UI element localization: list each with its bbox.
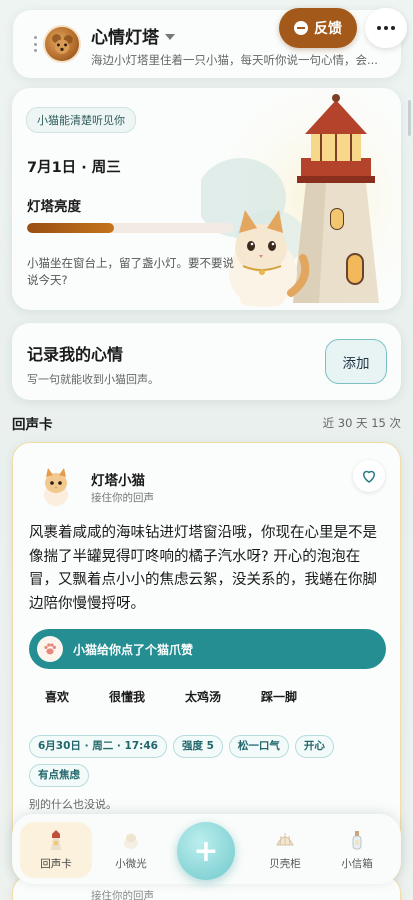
tag-anxious: 有点焦虑 [29,764,89,787]
record-subtitle: 写一句就能收到小猫回声。 [27,373,159,386]
echo-sender-sub: 接住你的回声 [91,890,154,900]
feedback-label: 反馈 [314,21,342,37]
paw-like-label: 小猫给你点了个猫爪赞 [73,642,194,657]
app-title: 心情灯塔 [91,28,159,48]
bottle-icon [352,831,362,850]
reaction-like[interactable]: 喜欢 [45,688,69,705]
avatar[interactable] [43,25,81,63]
tag-datetime: 6月30日 · 周二 · 17:46 [29,735,167,758]
more-options-button[interactable] [365,8,407,48]
nav-label: 贝壳柜 [269,858,301,870]
record-mood-card: 记录我的心情 写一句就能收到小猫回声。 添加 [12,323,401,400]
hero-message: 小猫坐在窗台上，留了盏小灯。要不要说说今天? [27,256,234,287]
tag-intensity: 强度 5 [172,735,223,758]
paw-like-banner: 小猫给你点了个猫爪赞 [29,629,386,669]
echo-sender-sub: 接住你的回声 [91,492,154,504]
glow-icon [124,833,138,849]
reaction-row: 喜欢 很懂我 太鸡汤 踩一脚 [29,688,386,705]
bottom-nav: 回声卡 小微光 + 贝壳柜 小信箱 [12,814,401,884]
echo-sender-name: 灯塔小猫 [91,473,145,489]
app-subtitle: 海边小灯塔里住着一只小猫，每天听你说一句心情，会... [91,53,378,67]
feedback-icon [294,21,308,35]
nav-item-shell-cabinet[interactable]: 贝壳柜 [249,822,321,878]
extra-note: 别的什么也没说。 [29,798,117,811]
nav-item-mailbox[interactable]: 小信箱 [321,822,393,878]
nav-item-echo-cards[interactable]: 回声卡 [20,822,92,878]
mood-tags: 6月30日 · 周二 · 17:46 强度 5 松一口气 开心 有点焦虑 [29,735,386,787]
reaction-too-sappy[interactable]: 太鸡汤 [185,688,221,705]
favorite-button[interactable] [353,460,385,492]
tag-relieved: 松一口气 [228,735,289,758]
echo-section-count: 近 30 天 15 次 [322,416,401,430]
tag-happy: 开心 [294,735,334,758]
drag-handle-icon[interactable] [33,36,37,52]
cat-avatar-icon [44,468,68,506]
reaction-dislike[interactable]: 踩一脚 [261,688,297,705]
echo-message: 风裹着咸咸的海味钻进灯塔窗沿哦，你现在心里是不是像揣了半罐晃得叮咚响的橘子汽水呀… [29,525,377,612]
record-title: 记录我的心情 [27,345,124,364]
app-switcher[interactable]: 心情灯塔 [91,23,175,48]
nav-item-glow[interactable]: 小微光 [95,822,167,878]
brightness-bar [27,223,234,233]
shell-icon [276,833,294,846]
brightness-label: 灯塔亮度 [27,199,81,215]
date-label: 7月1日 · 周三 [27,160,121,176]
echo-section-title: 回声卡 [12,417,53,433]
feedback-button[interactable]: 反馈 [279,8,357,48]
paw-icon [37,636,63,662]
nav-label: 小微光 [115,858,147,870]
hint-pill: 小猫能清楚听见你 [26,107,136,133]
brightness-fill [27,223,114,233]
nav-label: 小信箱 [341,858,373,870]
more-dots-icon [377,26,381,30]
nav-label: 回声卡 [40,858,72,870]
scrollbar[interactable] [408,100,411,136]
reaction-understands[interactable]: 很懂我 [109,688,145,705]
add-mood-button[interactable]: 添加 [325,339,387,384]
chevron-down-icon [165,33,175,40]
heart-icon [362,470,376,483]
lighthouse-hero-card: 小猫能清楚听见你 7月1日 · 周三 灯塔亮度 小猫坐在窗台上，留了盏小灯。要不… [12,88,401,310]
add-fab-button[interactable]: + [177,822,235,880]
lighthouse-icon [51,830,61,850]
